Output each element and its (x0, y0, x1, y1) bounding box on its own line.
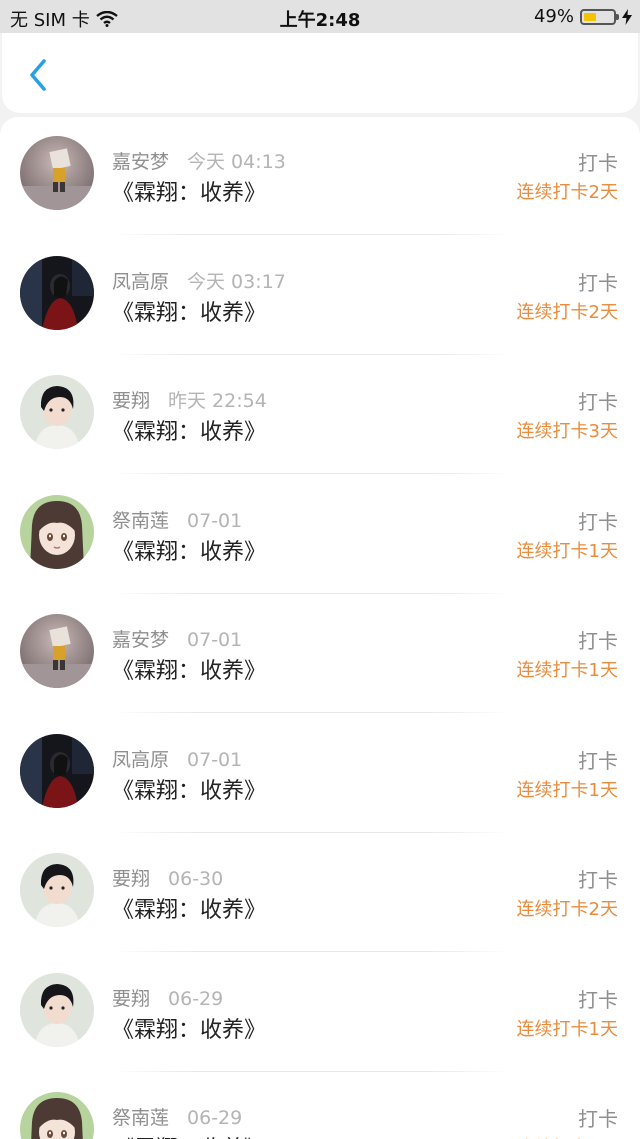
streak-label: 连续打卡2天 (516, 301, 618, 323)
avatar[interactable] (20, 733, 94, 808)
user-meta: 嘉安梦 今天 04:13 (112, 147, 286, 174)
checkin-row[interactable]: 要翔 06-30 《霖翔：收养》 打卡连续打卡2天 (0, 834, 640, 953)
status-bar: 无 SIM 卡 上午2:48 49% (0, 0, 640, 33)
user-meta: 要翔 06-29 (112, 984, 223, 1011)
streak-label: 连续打卡3天 (516, 421, 618, 442)
row-divider (112, 234, 512, 235)
user-name[interactable]: 嘉安梦 (112, 629, 169, 651)
user-meta: 凤高原 今天 03:17 (112, 267, 286, 294)
checkin-time: 今天 03:17 (187, 270, 286, 293)
checkin-row[interactable]: 要翔 06-29 《霖翔：收养》 打卡连续打卡1天 (0, 954, 640, 1073)
avatar[interactable] (20, 1092, 94, 1139)
checkin-label: 打卡 (578, 151, 618, 175)
row-divider (112, 353, 512, 355)
user-name[interactable]: 祭南莲 (112, 1107, 169, 1129)
row-divider (112, 473, 512, 474)
book-title: 《霖翔：收养》 (112, 539, 267, 565)
user-meta: 要翔 昨天 22:54 (112, 386, 267, 413)
battery-level (584, 12, 596, 21)
checkin-list: 嘉安梦 今天 04:13 《霖翔：收养》 打卡 连续打卡2天 凤高原 今天 03:17 《霖翔… (0, 117, 640, 1139)
row-divider (112, 831, 512, 833)
avatar[interactable] (20, 494, 94, 569)
checkin-label: 打卡 (578, 868, 618, 892)
checkin-row[interactable]: 祭南莲 07-01 《霖翔：收养》 打卡连续打卡1天 (0, 476, 640, 595)
checkin-time: 今天 04:13 (187, 151, 286, 173)
checkin-row[interactable]: 嘉安梦 07-01 《霖翔：收养》 打卡连续打卡1天 (0, 595, 640, 714)
status-right: 49% (534, 6, 632, 27)
user-name[interactable]: 祭南莲 (112, 510, 169, 532)
avatar[interactable] (20, 972, 94, 1047)
checkin-time: 06-29 (168, 987, 224, 1010)
avatar[interactable] (20, 614, 94, 688)
checkin-label: 打卡 (578, 1107, 618, 1131)
user-meta: 嘉安梦 07-01 (112, 625, 242, 652)
battery-percent: 49% (533, 6, 574, 27)
battery-icon (580, 8, 619, 25)
checkin-time: 07-01 (187, 748, 243, 771)
checkin-time: 07-01 (187, 629, 243, 651)
streak-label: 连续打卡2天 (516, 899, 618, 920)
user-name[interactable]: 要翔 (112, 868, 150, 890)
avatar[interactable] (20, 375, 94, 449)
user-meta: 祭南莲 07-01 (112, 506, 242, 533)
user-meta: 祭南莲 06-29 (112, 1103, 242, 1130)
checkin-time: 06-29 (187, 1107, 243, 1129)
user-name[interactable]: 要翔 (112, 988, 150, 1010)
streak-label: 连续打卡1天 (517, 1134, 618, 1139)
streak-label: 连续打卡2天 (516, 182, 618, 203)
checkin-label: 打卡 (578, 629, 618, 653)
avatar[interactable] (20, 853, 94, 927)
user-name[interactable]: 嘉安梦 (112, 151, 169, 173)
checkin-label: 打卡 (578, 987, 618, 1012)
row-divider (112, 951, 512, 952)
checkin-label: 打卡 (578, 390, 618, 414)
checkin-row[interactable]: 要翔 昨天 22:54 《霖翔：收养》 打卡连续打卡3天 (0, 356, 640, 475)
chevron-left-icon (30, 59, 46, 91)
book-title: 《霖翔：收养》 (112, 898, 267, 923)
row-divider (112, 1070, 512, 1072)
book-title: 《霖翔：收养》 (112, 659, 267, 684)
navigation-bar (2, 33, 638, 113)
book-title: 《霖翔：收养》 (112, 181, 267, 206)
avatar[interactable] (20, 255, 94, 330)
checkin-time: 06-30 (168, 868, 224, 890)
checkin-time: 昨天 22:54 (168, 390, 267, 412)
book-title: 《霖翔：收养》 (112, 300, 267, 326)
user-name[interactable]: 凤高原 (112, 271, 169, 293)
user-meta: 要翔 06-30 (112, 864, 223, 891)
user-name[interactable]: 凤高原 (112, 749, 169, 771)
checkin-row[interactable]: 凤高原 07-01 《霖翔：收养》 打卡连续打卡1天 (0, 715, 640, 834)
book-title: 《霖翔：收养》 (112, 1131, 266, 1139)
book-title: 《霖翔：收养》 (112, 420, 267, 445)
streak-label: 连续打卡1天 (516, 660, 618, 681)
checkin-label: 打卡 (578, 509, 618, 534)
back-button[interactable] (24, 57, 54, 93)
row-divider (112, 712, 512, 713)
row-divider (112, 592, 512, 594)
checkin-label: 打卡 (578, 270, 618, 295)
user-name[interactable]: 要翔 (112, 390, 150, 412)
checkin-row[interactable]: 凤高原 今天 03:17 《霖翔：收养》 打卡连续打卡2天 (0, 237, 640, 356)
user-meta: 凤高原 07-01 (112, 745, 242, 772)
checkin-row[interactable]: 嘉安梦 今天 04:13 《霖翔：收养》 打卡连续打卡2天 (0, 117, 640, 236)
streak-label: 连续打卡1天 (516, 779, 618, 801)
checkin-label: 打卡 (578, 748, 618, 773)
book-title: 《霖翔：收养》 (112, 1017, 267, 1043)
book-title: 《霖翔：收养》 (112, 778, 267, 804)
streak-label: 连续打卡1天 (516, 540, 618, 562)
streak-label: 连续打卡1天 (516, 1018, 618, 1040)
checkin-row[interactable]: 祭南莲 06-29 《霖翔：收养》 打卡连续打卡1天 (0, 1073, 640, 1139)
avatar[interactable] (20, 136, 94, 210)
checkin-time: 07-01 (187, 509, 243, 532)
charging-bolt-icon (622, 8, 632, 25)
